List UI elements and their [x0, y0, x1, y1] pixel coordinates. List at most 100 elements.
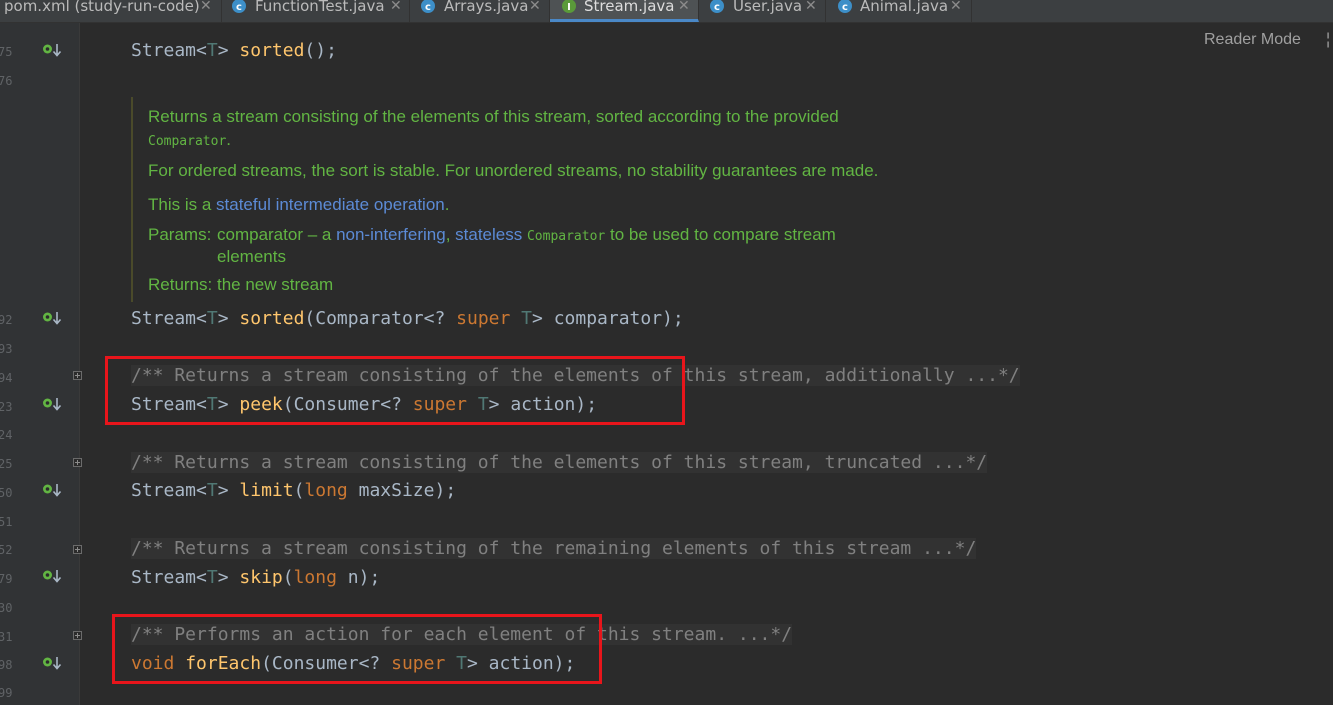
tab-pom-xml[interactable]: pom.xml (study-run-code) ✕: [0, 0, 222, 22]
line-number: 75: [0, 45, 13, 59]
type-name: >: [217, 567, 240, 588]
close-icon[interactable]: ✕: [529, 0, 541, 14]
code-comment-limit[interactable]: /** Returns a stream consisting of the e…: [131, 452, 988, 474]
doc-text: comparator – a: [217, 225, 337, 244]
close-icon[interactable]: ✕: [390, 0, 402, 14]
tab-animal-java[interactable]: c Animal.java ✕: [826, 0, 972, 22]
class-icon: c: [421, 0, 435, 13]
type-name: >: [217, 308, 240, 329]
doc-returns-label: Returns:: [148, 275, 213, 294]
tab-functiontest-java[interactable]: c FunctionTest.java ✕: [222, 0, 410, 22]
code-rest: n);: [336, 567, 381, 588]
fold-expand-icon[interactable]: [73, 631, 82, 640]
method-name: limit: [239, 480, 294, 501]
editor-tab-bar: pom.xml (study-run-code) ✕ c FunctionTes…: [0, 0, 1333, 23]
close-icon[interactable]: ✕: [950, 0, 962, 14]
tab-arrays-java[interactable]: c Arrays.java ✕: [410, 0, 550, 22]
folded-comment: /** Returns a stream consisting of the e…: [131, 452, 988, 473]
type-param: T: [206, 40, 218, 61]
tab-label: pom.xml (study-run-code): [4, 0, 200, 15]
doc-text: This is a: [148, 195, 217, 214]
doc-link[interactable]: non-interfering: [336, 225, 446, 244]
editor-gutter: 75 76 92 93 94 23 24 25 50 51 52 79 30 3…: [0, 23, 82, 705]
code-line-skip[interactable]: Stream<T> skip(long n);: [131, 567, 380, 589]
implemented-by-icon[interactable]: [42, 43, 62, 59]
reader-mode-button[interactable]: Reader Mode: [1204, 31, 1301, 49]
code-line-sorted-comparator[interactable]: Stream<T> sorted(Comparator<? super T> c…: [131, 308, 684, 330]
implemented-by-icon[interactable]: [42, 311, 62, 327]
code-rest: > action);: [466, 653, 576, 674]
tab-stream-java[interactable]: I Stream.java ✕: [550, 0, 699, 22]
doc-params-cont: elements: [217, 247, 286, 266]
tab-user-java[interactable]: c User.java ✕: [699, 0, 826, 22]
close-icon[interactable]: ✕: [678, 0, 690, 14]
line-number: 51: [0, 515, 13, 529]
doc-text: Returns a stream consisting of the eleme…: [148, 107, 839, 126]
code-rest: maxSize);: [347, 480, 457, 501]
keyword: super: [391, 653, 446, 674]
line-number: 98: [0, 658, 13, 672]
svg-text:c: c: [842, 2, 848, 13]
doc-text: to be used to compare stream: [605, 225, 836, 244]
type-param: T: [206, 394, 218, 415]
implemented-by-icon[interactable]: [42, 397, 62, 413]
code-comment-foreach[interactable]: /** Performs an action for each element …: [131, 624, 793, 646]
doc-line: Comparator.: [148, 130, 231, 152]
rendered-javadoc[interactable]: Returns a stream consisting of the eleme…: [131, 97, 911, 302]
doc-returns: the new stream: [217, 275, 334, 294]
keyword: super: [412, 394, 467, 415]
type-param: T: [456, 653, 467, 674]
doc-line: Returns a stream consisting of the eleme…: [148, 107, 839, 127]
code-rest: ();: [304, 40, 337, 61]
fold-expand-icon[interactable]: [73, 458, 82, 467]
doc-text: .: [226, 130, 232, 149]
tab-label: User.java: [733, 0, 803, 15]
line-number: 24: [0, 428, 13, 442]
type-param: T: [206, 567, 218, 588]
doc-text: .: [444, 195, 450, 214]
type-name: Stream<: [131, 308, 207, 329]
code-line-sorted[interactable]: Stream<T> sorted();: [131, 40, 337, 62]
doc-params: comparator – a non-interfering, stateles…: [217, 225, 836, 247]
code-text: (: [282, 567, 294, 588]
line-number: 92: [0, 313, 13, 327]
type-param: T: [206, 480, 218, 501]
code-text: (: [293, 480, 305, 501]
svg-text:c: c: [714, 2, 720, 13]
doc-text: ,: [445, 225, 456, 244]
keyword: long: [304, 480, 348, 501]
doc-code: Comparator: [148, 134, 227, 149]
code-line-limit[interactable]: Stream<T> limit(long maxSize);: [131, 480, 456, 502]
svg-text:c: c: [236, 2, 242, 13]
doc-code: Comparator: [526, 229, 606, 244]
doc-line: For ordered streams, the sort is stable.…: [148, 161, 878, 181]
code-comment-peek[interactable]: /** Returns a stream consisting of the e…: [131, 365, 1020, 387]
doc-link[interactable]: stateful intermediate operation: [216, 195, 445, 214]
reader-mode-edge: ¦: [1326, 31, 1331, 48]
code-comment-skip[interactable]: /** Returns a stream consisting of the r…: [131, 538, 977, 560]
close-icon[interactable]: ✕: [805, 0, 817, 14]
type-param: T: [477, 394, 489, 415]
implemented-by-icon[interactable]: [42, 483, 62, 499]
fold-expand-icon[interactable]: [73, 371, 82, 380]
line-number: 31: [0, 630, 13, 644]
keyword: super: [456, 308, 511, 329]
fold-expand-icon[interactable]: [73, 545, 82, 554]
code-line-peek[interactable]: Stream<T> peek(Consumer<? super T> actio…: [131, 394, 597, 416]
implemented-by-icon[interactable]: [42, 569, 62, 585]
type-param: T: [521, 308, 533, 329]
type-name: Stream<: [131, 394, 207, 415]
code-text: (Consumer<?: [261, 653, 392, 674]
keyword: long: [293, 567, 337, 588]
line-number: 79: [0, 572, 13, 586]
code-text: (Comparator<?: [304, 308, 457, 329]
line-number: 93: [0, 342, 13, 356]
close-icon[interactable]: ✕: [200, 0, 212, 14]
implemented-by-icon[interactable]: [42, 656, 62, 672]
doc-link[interactable]: stateless: [455, 225, 522, 244]
code-line-foreach[interactable]: void forEach(Consumer<? super T> action)…: [131, 653, 575, 675]
